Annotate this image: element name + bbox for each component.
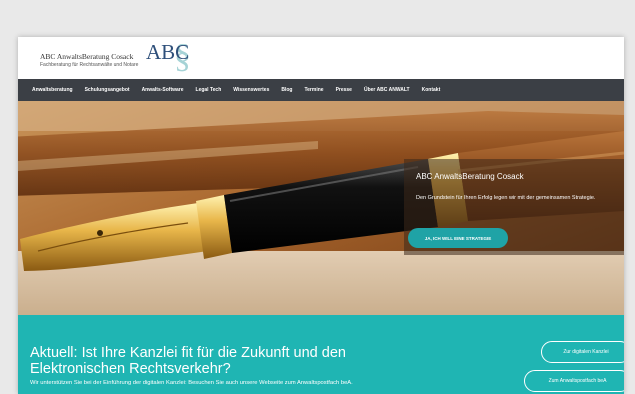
- site-header: ABC AnwaltsBeratung Cosack Fachberatung …: [18, 37, 624, 79]
- brand-subtitle: Fachberatung für Rechtsanwälte und Notar…: [40, 62, 139, 68]
- strategy-cta-button[interactable]: JA, ICH WILL EINE STRATEGIE: [408, 228, 508, 248]
- nav-item-legal-tech[interactable]: Legal Tech: [196, 87, 222, 93]
- digital-kanzlei-button[interactable]: Zur digitalen Kanzlei: [541, 341, 624, 363]
- nav-item-wissenswertes[interactable]: Wissenswertes: [233, 87, 269, 93]
- hero-section: ABC AnwaltsBeratung Cosack Den Grundstei…: [18, 101, 624, 315]
- nav-item-anwaltsberatung[interactable]: Anwaltsberatung: [32, 87, 73, 93]
- banner-text: Wir unterstützen Sie bei der Einführung …: [30, 380, 353, 386]
- nav-item-schulungsangebot[interactable]: Schulungsangebot: [85, 87, 130, 93]
- anwaltspostfach-button[interactable]: Zum Anwaltspostfach beA: [524, 370, 624, 392]
- nav-item-presse[interactable]: Presse: [336, 87, 352, 93]
- logo-letters: ABC: [146, 40, 189, 64]
- nav-item-blog[interactable]: Blog: [281, 87, 292, 93]
- hero-title: ABC AnwaltsBeratung Cosack: [416, 172, 524, 181]
- banner-title: Aktuell: Ist Ihre Kanzlei fit für die Zu…: [30, 345, 346, 377]
- nav-item-termine[interactable]: Termine: [304, 87, 323, 93]
- abc-logo[interactable]: § ABC: [144, 37, 196, 73]
- hero-text: Den Grundstein für Ihren Erfolg legen wi…: [416, 195, 596, 201]
- nav-item-kontakt[interactable]: Kontakt: [422, 87, 441, 93]
- nav-item-ueber[interactable]: Über ABC ANWALT: [364, 87, 410, 93]
- brand-name[interactable]: ABC AnwaltsBeratung Cosack: [40, 52, 133, 61]
- nav-item-anwalts-software[interactable]: Anwalts-Software: [142, 87, 184, 93]
- news-banner: Aktuell: Ist Ihre Kanzlei fit für die Zu…: [18, 315, 624, 394]
- website-screenshot: ABC AnwaltsBeratung Cosack Fachberatung …: [18, 37, 624, 394]
- main-navigation: Anwaltsberatung Schulungsangebot Anwalts…: [18, 79, 624, 101]
